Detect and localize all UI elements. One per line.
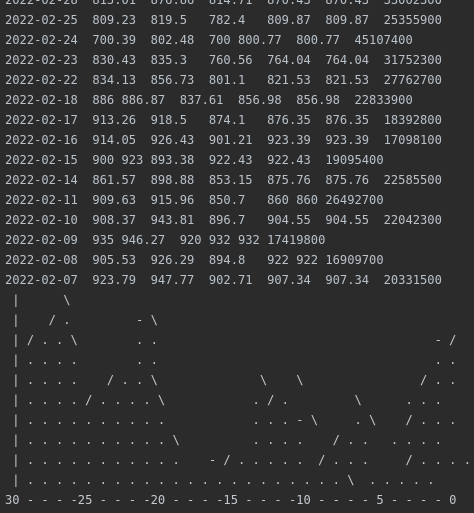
data-row: 2022-02-25 809.23 819.5 782.4 809.87 809… [5,13,442,27]
plot-line: | / . . \ . . - / [5,333,457,347]
data-row: 2022-02-09 935 946.27 920 932 932 174198… [5,233,326,247]
plot-line: | . . . . / . . . . \ . / . \ . . . [5,393,442,407]
console-output: 2022-02-28 815.01 876.86 814.71 870.43 8… [0,0,474,513]
data-row: 2022-02-16 914.05 926.43 901.21 923.39 9… [5,133,442,147]
data-row: 2022-02-14 861.57 898.88 853.15 875.76 8… [5,173,442,187]
plot-line: | \ [5,293,71,307]
plot-line: | . . . . / . . \ \ \ / . . [5,373,457,387]
plot-line: | . . . . . . . . . . \ . . . . / . . . … [5,433,442,447]
data-row: 2022-02-17 913.26 918.5 874.1 876.35 876… [5,113,442,127]
stock-rows: 2022-02-28 815.01 876.86 814.71 870.43 8… [5,0,474,290]
data-row: 2022-02-08 905.53 926.29 894.8 922 922 1… [5,253,384,267]
data-row: 2022-02-22 834.13 856.73 801.1 821.53 82… [5,73,442,87]
plot-line: | . . . . . . . . . . . . . . . . . . . … [5,473,435,487]
plot-axis: 30 - - - -25 - - - -20 - - - -15 - - - -… [5,493,457,507]
plot-line: | / . - \ [5,313,158,327]
data-row: 2022-02-28 815.01 876.86 814.71 870.43 8… [5,0,442,7]
data-row: 2022-02-11 909.63 915.96 850.7 860 860 2… [5,193,384,207]
ascii-plot: | \ | / . - \ | / . . \ . . - / | . . . … [5,290,474,510]
data-row: 2022-02-18 886 886.87 837.61 856.98 856.… [5,93,413,107]
data-row: 2022-02-07 923.79 947.77 902.71 907.34 9… [5,273,442,287]
plot-line: | . . . . . . . . . . . . . - \ . \ / . … [5,413,457,427]
plot-line: | . . . . . . . . [5,353,457,367]
data-row: 2022-02-23 830.43 835.3 760.56 764.04 76… [5,53,442,67]
plot-line: | . . . . . . . . . . . - / . . . . . / … [5,453,471,467]
data-row: 2022-02-10 908.37 943.81 896.7 904.55 90… [5,213,442,227]
data-row: 2022-02-15 900 923 893.38 922.43 922.43 … [5,153,384,167]
data-row: 2022-02-24 700.39 802.48 700 800.77 800.… [5,33,413,47]
